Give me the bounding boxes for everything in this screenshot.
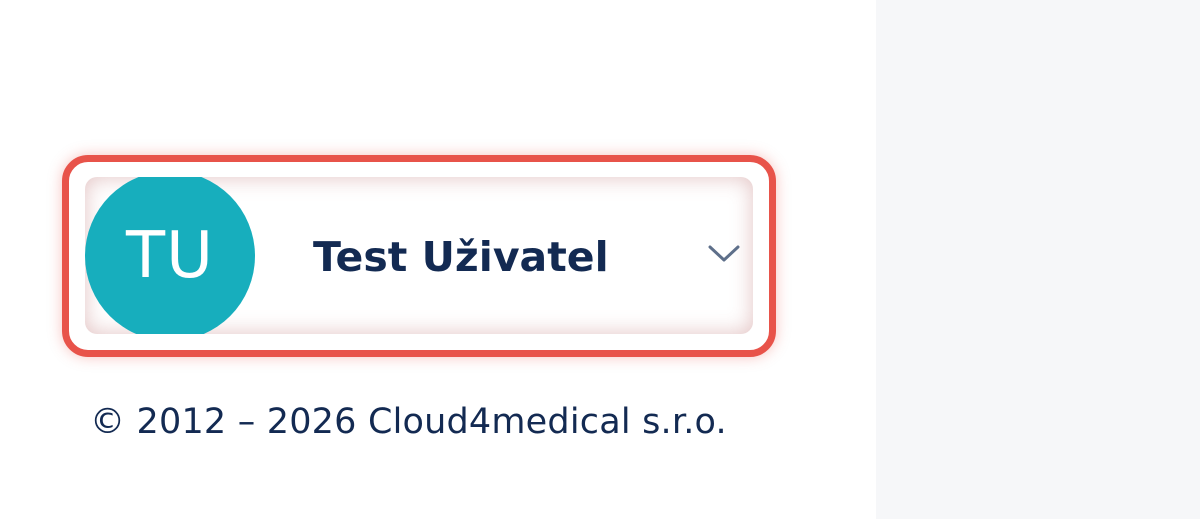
- user-menu-button[interactable]: TU Test Uživatel: [85, 177, 753, 334]
- user-name: Test Uživatel: [313, 233, 609, 281]
- side-panel: [876, 0, 1200, 519]
- chevron-down-icon: [708, 245, 740, 262]
- avatar: TU: [85, 177, 255, 334]
- page: TU Test Uživatel © 2012 – 2026 Cloud4med…: [0, 0, 1200, 519]
- copyright-text: © 2012 – 2026 Cloud4medical s.r.o.: [90, 402, 727, 442]
